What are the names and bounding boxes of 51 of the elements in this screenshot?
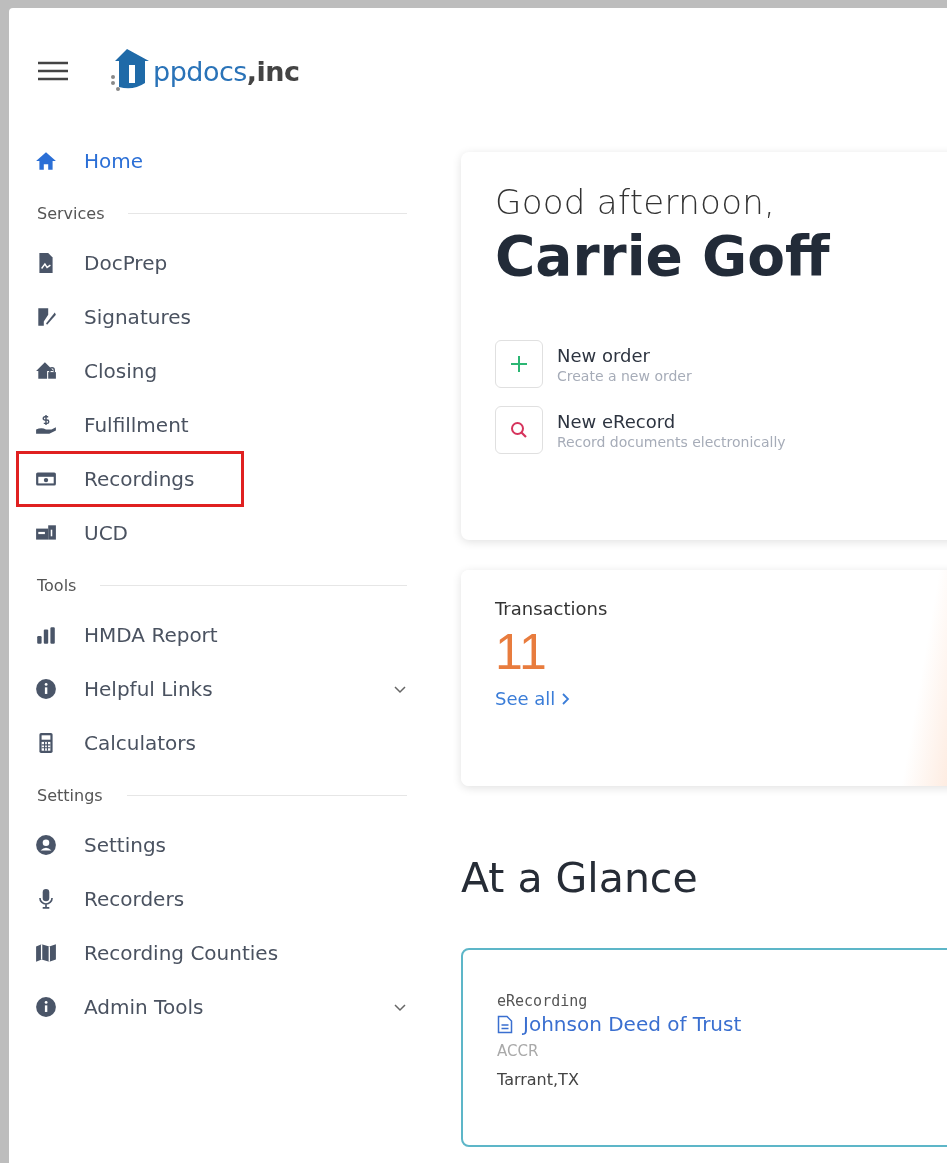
sidebar-item[interactable]: Recording Counties — [35, 926, 407, 980]
section-heading: Tools — [37, 575, 77, 595]
sidebar-item[interactable]: Signatures — [35, 290, 407, 344]
user-circle-icon — [35, 834, 57, 856]
document-icon — [497, 1014, 513, 1034]
sidebar-item[interactable]: Helpful Links — [35, 662, 407, 716]
info-icon — [35, 678, 57, 700]
record-type: eRecording — [497, 992, 589, 1010]
house-lock-icon — [35, 360, 57, 382]
chevron-down-icon[interactable] — [393, 1002, 407, 1012]
section-heading: Services — [37, 203, 105, 223]
add-button[interactable] — [495, 340, 543, 388]
signature-icon — [35, 306, 57, 328]
menu-icon[interactable] — [37, 61, 69, 81]
hand-money-icon — [35, 414, 57, 436]
sidebar-item[interactable]: Calculators — [35, 716, 407, 770]
logo-text: ppdocs,inc — [153, 55, 300, 87]
action-title[interactable]: New eRecord — [557, 410, 786, 432]
see-all-link[interactable]: See all — [495, 688, 571, 709]
search-icon — [509, 420, 529, 440]
user-name: Carrie Goff — [495, 224, 831, 288]
sidebar-item[interactable]: Recordings — [17, 452, 243, 506]
sidebar-item[interactable]: DocPrep — [35, 236, 407, 290]
info-icon — [35, 996, 57, 1018]
record-code: ACCR — [497, 1042, 540, 1060]
section-title: At a Glance — [461, 854, 699, 902]
sidebar-item[interactable]: Settings — [35, 818, 407, 872]
record-card[interactable]: eRecording Johnson Deed of Trust ACCR Tarrant,TX — [461, 948, 947, 1147]
record-link[interactable]: Johnson Deed of Trust — [497, 1012, 742, 1036]
map-icon — [35, 942, 57, 964]
chevron-right-icon — [561, 691, 571, 706]
transaction-count: 11 — [495, 625, 548, 680]
sidebar-item[interactable]: Closing — [35, 344, 407, 398]
search-button[interactable] — [495, 406, 543, 454]
record-location: Tarrant,TX — [497, 1070, 580, 1089]
sidebar-item[interactable]: Fulfillment — [35, 398, 407, 452]
sidebar-item[interactable]: Recorders — [35, 872, 407, 926]
action-description: Record documents electronically — [557, 433, 786, 450]
greeting-text: Good afternoon, — [495, 182, 777, 222]
sidebar-item[interactable]: Home — [35, 134, 407, 188]
sidebar-item[interactable]: HMDA Report — [35, 608, 407, 662]
plus-icon — [509, 354, 529, 374]
bar-chart-icon — [35, 624, 57, 646]
sidebar-item[interactable]: Admin Tools — [35, 980, 407, 1034]
sidebar-item[interactable]: UCD — [35, 506, 407, 560]
action-description: Create a new order — [557, 367, 692, 384]
section-heading: Settings — [37, 785, 103, 805]
card-title: Transactions — [495, 598, 609, 619]
action-title[interactable]: New order — [557, 344, 692, 366]
chevron-down-icon[interactable] — [393, 684, 407, 694]
home-icon — [35, 150, 57, 172]
